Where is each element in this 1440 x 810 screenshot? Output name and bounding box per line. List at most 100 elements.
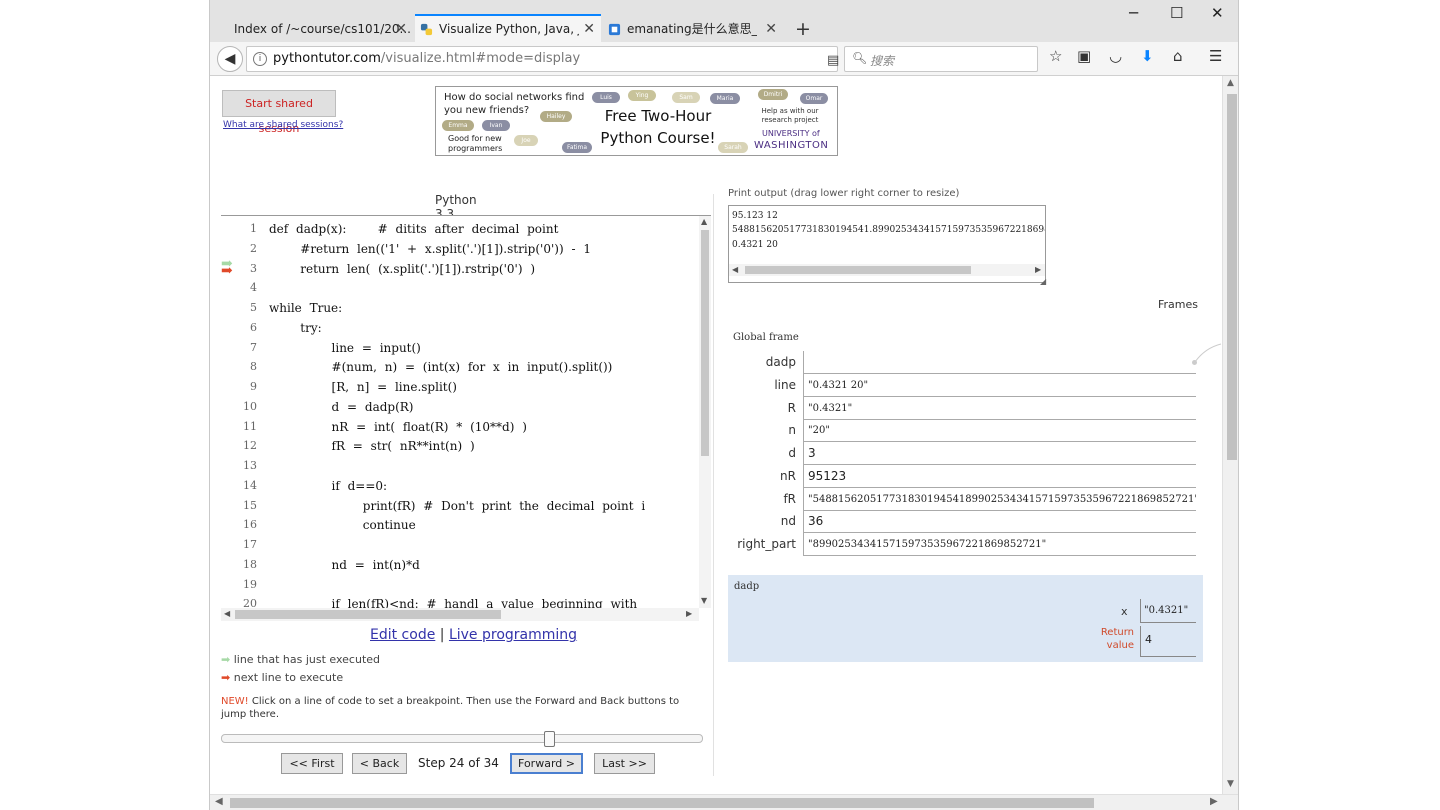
output-horizontal-scrollbar[interactable]: ◀ ▶	[729, 264, 1045, 276]
code-line[interactable]: 10 d = dadp(R)	[221, 397, 699, 417]
edit-code-link[interactable]: Edit code	[370, 627, 435, 643]
line-number[interactable]: 1	[235, 219, 257, 239]
course-ad-banner[interactable]: How do social networks find you new frie…	[435, 86, 838, 156]
line-number[interactable]: 5	[235, 298, 257, 318]
code-line[interactable]: 7 line = input()	[221, 338, 699, 358]
code-line[interactable]: 16 continue	[221, 515, 699, 535]
scroll-left-icon[interactable]: ◀	[215, 796, 223, 807]
line-number[interactable]: 13	[235, 456, 257, 476]
variable-row: n "20"	[728, 419, 1202, 443]
maximize-icon[interactable]: ☐	[1170, 4, 1183, 22]
scroll-right-icon[interactable]: ▶	[1210, 796, 1218, 807]
line-number[interactable]: 9	[235, 377, 257, 397]
info-icon[interactable]: i	[253, 52, 267, 66]
pocket-icon[interactable]: ◡	[1109, 47, 1122, 65]
url-text[interactable]: pythontutor.com/visualize.html#mode=disp…	[273, 51, 580, 66]
code-line[interactable]: 5 while True:	[221, 298, 699, 318]
line-number[interactable]: 18	[235, 555, 257, 575]
scroll-left-icon[interactable]: ◀	[732, 265, 738, 274]
code-line[interactable]: 18 nd = int(n)*d	[221, 555, 699, 575]
close-icon[interactable]: ✕	[395, 16, 407, 42]
line-number[interactable]: 19	[235, 575, 257, 595]
scroll-right-icon[interactable]: ▶	[686, 609, 692, 618]
last-button[interactable]: Last >>	[594, 753, 655, 774]
code-line[interactable]: 4	[221, 278, 699, 298]
variable-row: nR 95123	[728, 464, 1202, 488]
close-icon[interactable]: ✕	[765, 16, 777, 42]
code-line[interactable]: 9 [R, n] = line.split()	[221, 377, 699, 397]
scroll-down-icon[interactable]: ▼	[701, 596, 707, 605]
code-vertical-scrollbar[interactable]: ▲ ▼	[699, 216, 711, 608]
close-icon[interactable]: ✕	[583, 16, 595, 42]
code-line[interactable]: ➡ ➡ 3 return len( (x.split('.')[1]).rstrip…	[221, 256, 699, 279]
line-number[interactable]: 3	[235, 259, 257, 279]
code-line[interactable]: 15 print(fR) # Don't print the decimal p…	[221, 496, 699, 516]
reader-view-icon[interactable]: ▤	[827, 53, 839, 68]
code-editor[interactable]: 1 def dadp(x): # ditits after decimal poi…	[221, 215, 711, 621]
tab-emanating[interactable]: emanating是什么意思_e... ✕	[603, 16, 783, 42]
code-line[interactable]: 19	[221, 575, 699, 595]
shared-sessions-link[interactable]: What are shared sessions?	[223, 120, 343, 130]
scrollbar-thumb[interactable]	[1227, 94, 1237, 460]
code-line[interactable]: 8 #(num, n) = (int(x) for x in input().s…	[221, 357, 699, 377]
tab-visualize-python[interactable]: Visualize Python, Java, J... ✕	[415, 14, 601, 42]
step-slider[interactable]	[221, 734, 703, 743]
line-number[interactable]: 4	[235, 278, 257, 298]
scroll-right-icon[interactable]: ▶	[1035, 265, 1041, 274]
code-line[interactable]: 1 def dadp(x): # ditits after decimal poi…	[221, 219, 699, 239]
scrollbar-thumb[interactable]	[701, 230, 709, 456]
scrollbar-thumb[interactable]	[745, 266, 971, 274]
code-line[interactable]: 6 try:	[221, 318, 699, 338]
back-arrow-icon[interactable]: ◀	[217, 46, 243, 72]
line-number[interactable]: 15	[235, 496, 257, 516]
code-line[interactable]: 17	[221, 535, 699, 555]
scrollbar-thumb[interactable]	[235, 610, 501, 619]
page-vertical-scrollbar[interactable]: ▲ ▼	[1222, 76, 1238, 794]
line-number[interactable]: 12	[235, 436, 257, 456]
search-input[interactable]: 🔍︎ 搜索	[844, 46, 1038, 72]
start-shared-session-button[interactable]: Start shared session	[222, 90, 336, 135]
download-icon[interactable]: ⬇	[1141, 47, 1154, 65]
code-line[interactable]: 12 fR = str( nR**int(n) )	[221, 436, 699, 456]
line-number[interactable]: 7	[235, 338, 257, 358]
scroll-up-icon[interactable]: ▲	[701, 217, 707, 226]
ad-node: Ivan	[482, 120, 510, 131]
code-line[interactable]: 13	[221, 456, 699, 476]
url-bar[interactable]: i pythontutor.com/visualize.html#mode=di…	[246, 46, 867, 72]
first-button[interactable]: << First	[281, 753, 343, 774]
bookmark-star-icon[interactable]: ☆	[1049, 47, 1062, 65]
line-number[interactable]: 11	[235, 417, 257, 437]
line-number[interactable]: 14	[235, 476, 257, 496]
reading-list-icon[interactable]: ▣	[1077, 47, 1091, 65]
scroll-left-icon[interactable]: ◀	[224, 609, 230, 618]
line-number[interactable]: 8	[235, 357, 257, 377]
resize-handle-icon[interactable]: ◢	[1040, 277, 1046, 286]
scrollbar-thumb[interactable]	[230, 798, 1094, 808]
close-window-icon[interactable]: ✕	[1211, 4, 1224, 22]
minimize-icon[interactable]: ─	[1129, 4, 1138, 22]
variable-name: line	[774, 377, 796, 392]
page-horizontal-scrollbar[interactable]: ◀ ▶	[210, 794, 1238, 810]
line-number[interactable]: 2	[235, 239, 257, 259]
forward-button[interactable]: Forward >	[510, 753, 583, 774]
step-slider-handle[interactable]	[543, 731, 555, 747]
line-code: while True:	[269, 301, 343, 315]
live-programming-link[interactable]: Live programming	[449, 627, 577, 643]
new-tab-icon[interactable]: +	[795, 16, 811, 42]
line-number[interactable]: 6	[235, 318, 257, 338]
code-line[interactable]: 11 nR = int( float(R) * (10**d) )	[221, 417, 699, 437]
line-number[interactable]: 10	[235, 397, 257, 417]
print-output-box[interactable]: 95.123 12 548815620517731830194541.89902…	[728, 205, 1046, 283]
tab-course-index[interactable]: Index of /~course/cs101/20... ✕	[210, 16, 413, 42]
line-number[interactable]: 17	[235, 535, 257, 555]
param-x-value: "0.4321"	[1140, 599, 1196, 623]
scroll-down-icon[interactable]: ▼	[1227, 779, 1234, 789]
code-horizontal-scrollbar[interactable]: ◀ ▶	[221, 608, 699, 621]
menu-icon[interactable]: ☰	[1209, 47, 1222, 65]
scroll-up-icon[interactable]: ▲	[1227, 78, 1234, 88]
home-icon[interactable]: ⌂	[1173, 47, 1183, 65]
line-number[interactable]: 16	[235, 515, 257, 535]
back-button[interactable]: < Back	[352, 753, 407, 774]
code-line[interactable]: 2 #return len(('1' + x.split('.')[1]).st…	[221, 239, 699, 259]
code-line[interactable]: 14 if d==0:	[221, 476, 699, 496]
